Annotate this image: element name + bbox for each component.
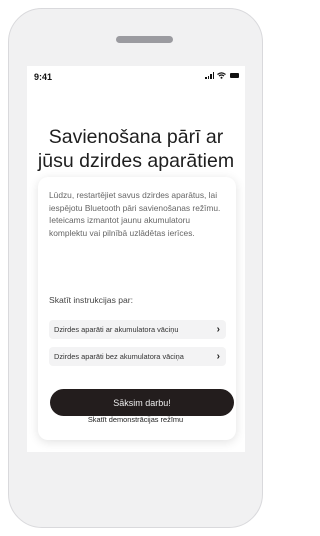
demo-mode-link[interactable]: Skatīt demonstrācijas režīmu [0,415,271,424]
app-screen: 9:41 Savienošana pārī ar jūsu dzirdes ap… [27,66,245,452]
status-time: 9:41 [34,72,53,82]
page-title-line1: Savienošana pārī ar [48,126,224,148]
chevron-right-icon: › [216,324,220,335]
instructions-paragraph-restart: Lūdzu, restartējiet savus dzirdes aparāt… [49,190,221,213]
option-label: Dzirdes aparāti ar akumulatora vāciņu [54,325,179,334]
chevron-right-icon: › [216,351,220,362]
speaker-grille [116,36,173,43]
status-bar: 9:41 [27,66,245,86]
page-title: Savienošana pārī ar jūsu dzirdes aparāti… [27,125,245,173]
instructions-text: Lūdzu, restartējiet savus dzirdes aparāt… [49,189,229,240]
option-label: Dzirdes aparāti bez akumulatora vāciņa [54,352,184,361]
instructions-card: Lūdzu, restartējiet savus dzirdes aparāt… [38,177,236,440]
battery-icon [230,73,239,78]
page-title-line2: jūsu dzirdes aparātiem [37,150,235,172]
status-icons [205,72,239,79]
signal-icon [205,72,214,79]
instructions-heading: Skatīt instrukcijas par: [49,295,134,305]
option-without-battery-door[interactable]: Dzirdes aparāti bez akumulatora vāciņa › [49,347,226,366]
start-button[interactable]: Sāksim darbu! [50,389,234,416]
wifi-icon [217,72,226,79]
instructions-paragraph-battery: Ieteicams izmantot jaunu akumulatoru kom… [49,215,195,239]
option-with-battery-door[interactable]: Dzirdes aparāti ar akumulatora vāciņu › [49,320,226,339]
